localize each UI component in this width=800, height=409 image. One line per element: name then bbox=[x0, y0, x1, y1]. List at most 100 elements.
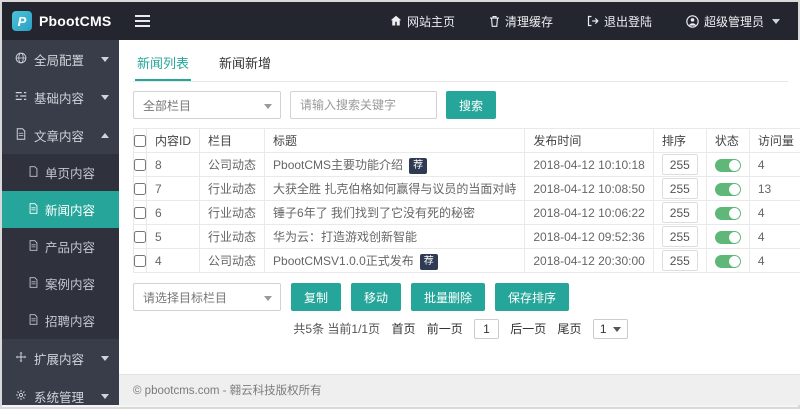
logout-icon bbox=[587, 15, 599, 27]
bulk-action-bar: 请选择目标栏目 复制 移动 批量删除 保存排序 bbox=[133, 283, 788, 311]
chevron-up-icon bbox=[101, 133, 109, 138]
footer: © pbootcms.com - 翱云科技版权所有 bbox=[119, 374, 800, 405]
row-title: 锤子6年了 我们找到了它没有死的秘密 bbox=[273, 206, 475, 220]
sidebar-subitem-case[interactable]: 案例内容 bbox=[2, 265, 119, 302]
tab-news-list[interactable]: 新闻列表 bbox=[135, 47, 191, 81]
page-jump-select[interactable]: 1 bbox=[593, 319, 628, 339]
sidebar-item-basic-content[interactable]: 基础内容 bbox=[2, 78, 119, 116]
sidebar-item-extend-content[interactable]: 扩展内容 bbox=[2, 339, 119, 377]
cell-id: 4 bbox=[147, 249, 200, 273]
home-icon bbox=[390, 15, 402, 27]
cell-id: 5 bbox=[147, 225, 200, 249]
chevron-down-icon bbox=[101, 57, 109, 62]
cell-id: 6 bbox=[147, 201, 200, 225]
sort-input[interactable] bbox=[662, 178, 698, 199]
cell-category: 行业动态 bbox=[200, 201, 265, 225]
sidebar-item-label: 扩展内容 bbox=[34, 349, 84, 368]
filter-row: 全部栏目 搜索 bbox=[133, 91, 788, 119]
sidebar-subitem-product[interactable]: 产品内容 bbox=[2, 228, 119, 265]
chevron-down-icon bbox=[264, 104, 272, 109]
topbar-menu: 网站主页 清理缓存 退出登陆 超级管理员 bbox=[390, 13, 798, 30]
cell-visits: 13 bbox=[749, 177, 800, 201]
row-checkbox[interactable] bbox=[134, 207, 146, 219]
header-visits: 访问量 bbox=[749, 129, 800, 153]
sidebar-subitem-news[interactable]: 新闻内容 bbox=[2, 191, 119, 228]
hamburger-menu-icon[interactable] bbox=[131, 11, 154, 31]
sidebar-item-label: 系统管理 bbox=[34, 387, 84, 406]
sidebar-item-article-content[interactable]: 文章内容 bbox=[2, 116, 119, 154]
row-checkbox[interactable] bbox=[134, 159, 146, 171]
sidebar: 全局配置 基础内容 文章内容 单页内容 新闻内容 产品内容 bbox=[2, 40, 119, 405]
table-row: 5 行业动态 华为云：打造游戏创新智能 2018-04-12 09:52:36 … bbox=[134, 225, 800, 249]
target-category-select[interactable]: 请选择目标栏目 bbox=[133, 283, 281, 311]
sidebar-item-system-manage[interactable]: 系统管理 bbox=[2, 377, 119, 405]
row-checkbox[interactable] bbox=[134, 255, 146, 267]
tab-news-add[interactable]: 新闻新增 bbox=[217, 47, 273, 81]
sidebar-subitem-label: 新闻内容 bbox=[45, 200, 95, 219]
batch-delete-button[interactable]: 批量删除 bbox=[411, 283, 485, 311]
file-icon bbox=[28, 314, 39, 328]
copy-button[interactable]: 复制 bbox=[291, 283, 341, 311]
status-toggle[interactable] bbox=[715, 231, 741, 244]
pagination: 共5条 当前1/1页 首页 前一页 1 后一页 尾页 1 bbox=[133, 319, 788, 339]
cell-category: 行业动态 bbox=[200, 177, 265, 201]
cell-time: 2018-04-12 20:30:00 bbox=[525, 249, 653, 273]
main-content: 新闻列表 新闻新增 全部栏目 搜索 内容ID 栏目 标题 bbox=[119, 40, 800, 374]
sidebar-subitem-recruit[interactable]: 招聘内容 bbox=[2, 302, 119, 339]
chevron-down-icon bbox=[101, 394, 109, 399]
globe-icon bbox=[15, 52, 27, 67]
arrows-icon bbox=[15, 351, 27, 366]
target-category-value: 请选择目标栏目 bbox=[143, 289, 227, 306]
sort-input[interactable] bbox=[662, 202, 698, 223]
recommend-badge: 荐 bbox=[420, 254, 438, 270]
row-checkbox[interactable] bbox=[134, 183, 146, 195]
cell-category: 公司动态 bbox=[200, 153, 265, 177]
search-input[interactable] bbox=[290, 91, 437, 119]
status-toggle[interactable] bbox=[715, 255, 741, 268]
file-icon bbox=[28, 166, 39, 180]
file-icon bbox=[28, 203, 39, 217]
gear-icon bbox=[15, 389, 27, 404]
topbar-link-site-home[interactable]: 网站主页 bbox=[390, 13, 455, 30]
article-submenu: 单页内容 新闻内容 产品内容 案例内容 招聘内容 bbox=[2, 154, 119, 339]
topbar-link-clear-cache[interactable]: 清理缓存 bbox=[489, 13, 553, 30]
move-button[interactable]: 移动 bbox=[351, 283, 401, 311]
table-row: 7 行业动态 大获全胜 扎克伯格如何赢得与议员的当面对峙 2018-04-12 … bbox=[134, 177, 800, 201]
pagination-first[interactable]: 首页 bbox=[391, 322, 415, 336]
category-select[interactable]: 全部栏目 bbox=[133, 91, 281, 119]
cell-visits: 4 bbox=[749, 225, 800, 249]
topbar-link-logout[interactable]: 退出登陆 bbox=[587, 13, 652, 30]
pagination-last[interactable]: 尾页 bbox=[558, 322, 582, 336]
status-toggle[interactable] bbox=[715, 183, 741, 196]
sort-input[interactable] bbox=[662, 226, 698, 247]
sidebar-item-label: 基础内容 bbox=[34, 88, 84, 107]
cell-id: 7 bbox=[147, 177, 200, 201]
cell-visits: 4 bbox=[749, 153, 800, 177]
cell-time: 2018-04-12 10:06:22 bbox=[525, 201, 653, 225]
search-button[interactable]: 搜索 bbox=[446, 91, 496, 119]
save-sort-button[interactable]: 保存排序 bbox=[495, 283, 569, 311]
brand-logo[interactable]: P PbootCMS bbox=[2, 2, 119, 40]
status-toggle[interactable] bbox=[715, 159, 741, 172]
pagination-current-page[interactable]: 1 bbox=[474, 319, 499, 339]
pagination-prev[interactable]: 前一页 bbox=[427, 322, 463, 336]
sidebar-item-global-config[interactable]: 全局配置 bbox=[2, 40, 119, 78]
file-icon bbox=[28, 240, 39, 254]
news-table: 内容ID 栏目 标题 发布时间 排序 状态 访问量 操作 8 公司动态 Pboo… bbox=[133, 128, 800, 273]
sidebar-subitem-single-page[interactable]: 单页内容 bbox=[2, 154, 119, 191]
brand-name: PbootCMS bbox=[39, 13, 111, 29]
sidebar-subitem-label: 单页内容 bbox=[45, 163, 95, 182]
user-icon bbox=[686, 15, 699, 28]
sidebar-item-label: 全局配置 bbox=[34, 50, 84, 69]
pagination-next[interactable]: 后一页 bbox=[510, 322, 546, 336]
topbar-user-menu[interactable]: 超级管理员 bbox=[686, 13, 780, 30]
header-category: 栏目 bbox=[200, 129, 265, 153]
status-toggle[interactable] bbox=[715, 207, 741, 220]
row-checkbox[interactable] bbox=[134, 231, 146, 243]
header-status: 状态 bbox=[706, 129, 749, 153]
select-all-checkbox[interactable] bbox=[134, 135, 146, 147]
cell-id: 8 bbox=[147, 153, 200, 177]
sort-input[interactable] bbox=[662, 250, 698, 271]
trash-icon bbox=[489, 15, 500, 27]
sort-input[interactable] bbox=[662, 154, 698, 175]
